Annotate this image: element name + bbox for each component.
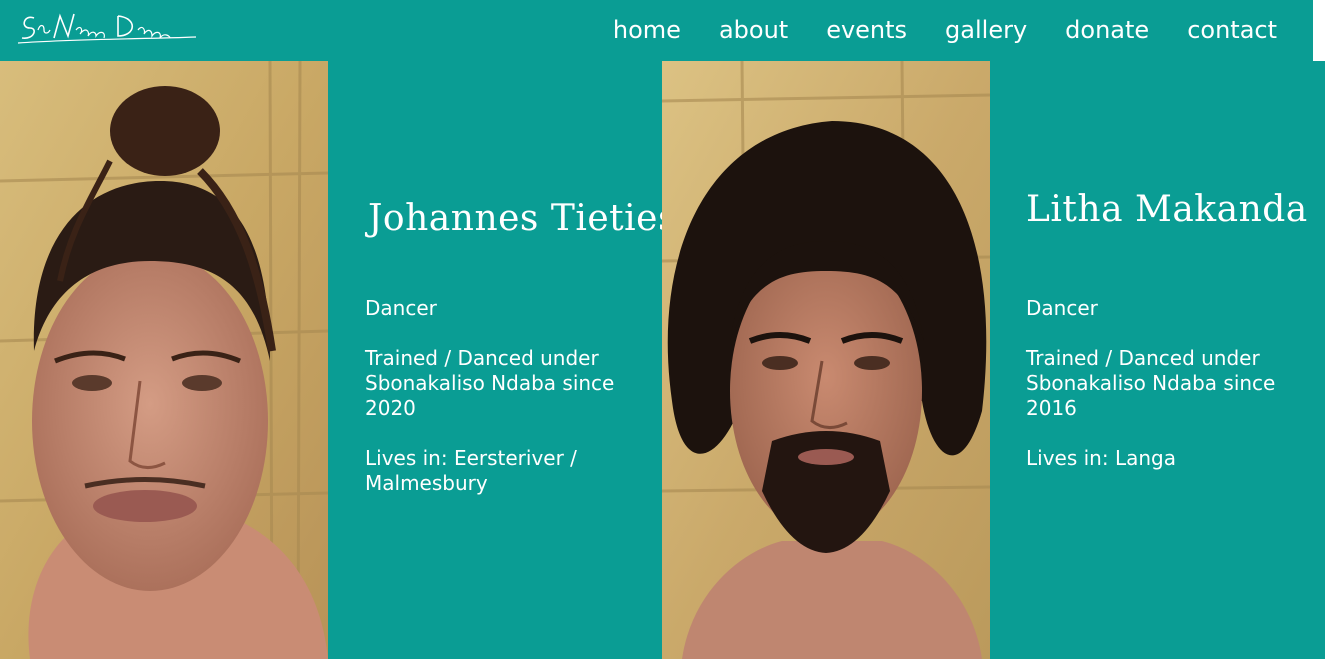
main-nav: home about events gallery donate contact <box>613 15 1277 45</box>
nav-donate[interactable]: donate <box>1065 15 1149 45</box>
member-residence: Lives in: Langa <box>1026 446 1176 470</box>
member-bio-litha: Dancer Trained / Danced under Sbonakalis… <box>1026 296 1301 496</box>
logo-signature-icon <box>17 13 197 44</box>
member-role: Dancer <box>365 296 437 320</box>
page-edge-strip <box>1313 0 1325 61</box>
member-photo-johannes <box>0 61 328 659</box>
member-training: Trained / Danced under Sbonakaliso Ndaba… <box>1026 346 1276 420</box>
nav-home[interactable]: home <box>613 15 681 45</box>
site-logo[interactable] <box>14 6 200 48</box>
site-header: home about events gallery donate contact <box>0 0 1313 61</box>
member-role: Dancer <box>1026 296 1098 320</box>
nav-gallery[interactable]: gallery <box>945 15 1027 45</box>
nav-contact[interactable]: contact <box>1187 15 1277 45</box>
member-photo-litha <box>662 61 990 659</box>
nav-events[interactable]: events <box>826 15 907 45</box>
member-name-johannes: Johannes Tieties <box>368 198 677 239</box>
member-residence: Lives in: Eersteriver / Malmesbury <box>365 446 577 495</box>
member-bio-johannes: Dancer Trained / Danced under Sbonakalis… <box>365 296 640 521</box>
member-name-litha: Litha Makanda <box>1026 189 1308 230</box>
member-training: Trained / Danced under Sbonakaliso Ndaba… <box>365 346 615 420</box>
nav-about[interactable]: about <box>719 15 788 45</box>
